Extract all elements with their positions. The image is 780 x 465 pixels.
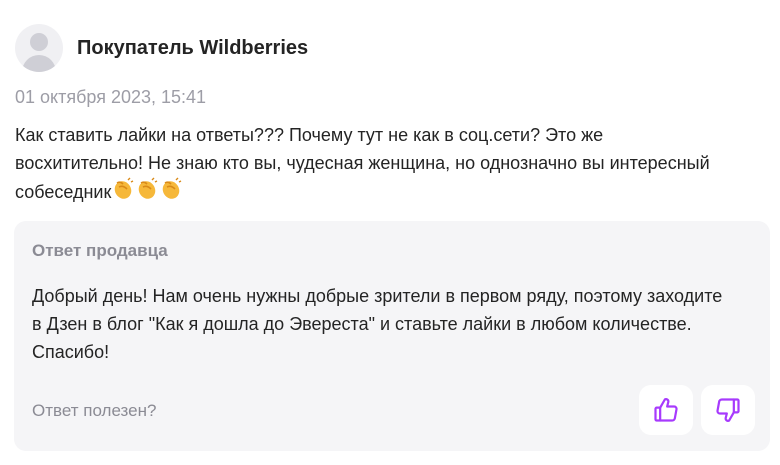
clapping-hands-icon	[139, 177, 158, 199]
emoji-group	[111, 177, 183, 202]
helpful-question: Ответ полезен?	[32, 401, 157, 420]
seller-reply-text: Добрый день! Нам очень нужны добрые зрит…	[32, 286, 723, 362]
review-text-block: Как ставить лайки на ответы??? Почему ту…	[15, 121, 735, 206]
seller-reply-title: Ответ продавца	[32, 241, 168, 260]
clapping-hands-icon	[163, 177, 182, 199]
dislike-button[interactable]	[701, 385, 755, 435]
avatar	[15, 24, 63, 72]
avatar-head-shape	[30, 33, 48, 51]
avatar-body-shape	[22, 55, 56, 72]
clapping-hands-icon	[115, 177, 134, 199]
thumbs-down-icon	[716, 398, 740, 422]
seller-reply-box: Ответ продавца Добрый день! Нам очень ну…	[14, 221, 770, 451]
review-card: Покупатель Wildberries 01 октября 2023, …	[0, 0, 780, 465]
thumbs-up-icon	[654, 398, 678, 422]
like-button[interactable]	[639, 385, 693, 435]
review-date: 01 октября 2023, 15:41	[15, 87, 207, 107]
author-name: Покупатель Wildberries	[77, 36, 309, 59]
review-header: Покупатель Wildberries	[15, 24, 308, 72]
